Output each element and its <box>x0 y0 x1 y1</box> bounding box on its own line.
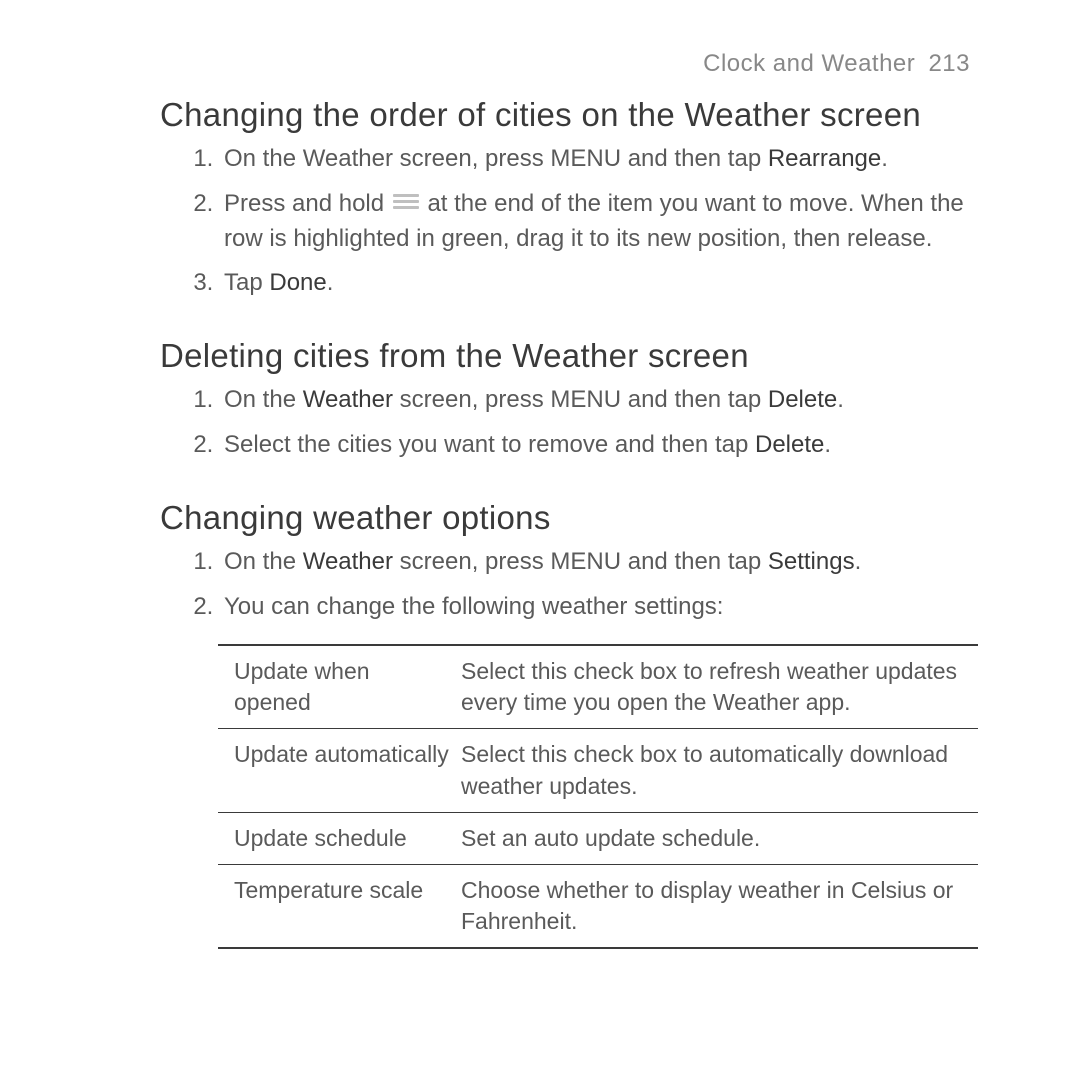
section-name: Clock and Weather <box>703 50 915 77</box>
setting-desc: Set an auto update schedule. <box>461 812 978 864</box>
table-row: Temperature scale Choose whether to disp… <box>218 864 978 948</box>
section-weather-options: Changing weather options On the Weather … <box>160 499 970 949</box>
setting-desc: Select this check box to refresh weather… <box>461 645 978 729</box>
list-item: Press and hold at the end of the item yo… <box>220 187 970 257</box>
list-item: Tap Done. <box>220 266 970 301</box>
step-list: On the Weather screen, press MENU and th… <box>190 545 970 625</box>
setting-label: Update schedule <box>218 812 461 864</box>
page-number: 213 <box>928 50 970 77</box>
settings-table: Update when opened Select this check box… <box>218 644 978 948</box>
setting-label: Update automatically <box>218 729 461 812</box>
list-item: On the Weather screen, press MENU and th… <box>220 142 970 177</box>
setting-desc: Choose whether to display weather in Cel… <box>461 864 978 948</box>
step-list: On the Weather screen, press MENU and th… <box>190 383 970 463</box>
setting-desc: Select this check box to automatically d… <box>461 729 978 812</box>
list-item: Select the cities you want to remove and… <box>220 428 970 463</box>
section-heading: Changing the order of cities on the Weat… <box>160 96 970 134</box>
table-row: Update automatically Select this check b… <box>218 729 978 812</box>
list-item: You can change the following weather set… <box>220 590 970 625</box>
section-heading: Changing weather options <box>160 499 970 537</box>
document-page: Clock and Weather 213 Changing the order… <box>0 0 1080 1080</box>
grip-lines-icon <box>393 194 419 214</box>
step-list: On the Weather screen, press MENU and th… <box>190 142 970 301</box>
setting-label: Temperature scale <box>218 864 461 948</box>
section-heading: Deleting cities from the Weather screen <box>160 337 970 375</box>
page-header: Clock and Weather 213 <box>160 50 970 78</box>
section-delete-cities: Deleting cities from the Weather screen … <box>160 337 970 463</box>
section-change-order: Changing the order of cities on the Weat… <box>160 96 970 301</box>
setting-label: Update when opened <box>218 645 461 729</box>
list-item: On the Weather screen, press MENU and th… <box>220 383 970 418</box>
table-row: Update when opened Select this check box… <box>218 645 978 729</box>
list-item: On the Weather screen, press MENU and th… <box>220 545 970 580</box>
table-row: Update schedule Set an auto update sched… <box>218 812 978 864</box>
